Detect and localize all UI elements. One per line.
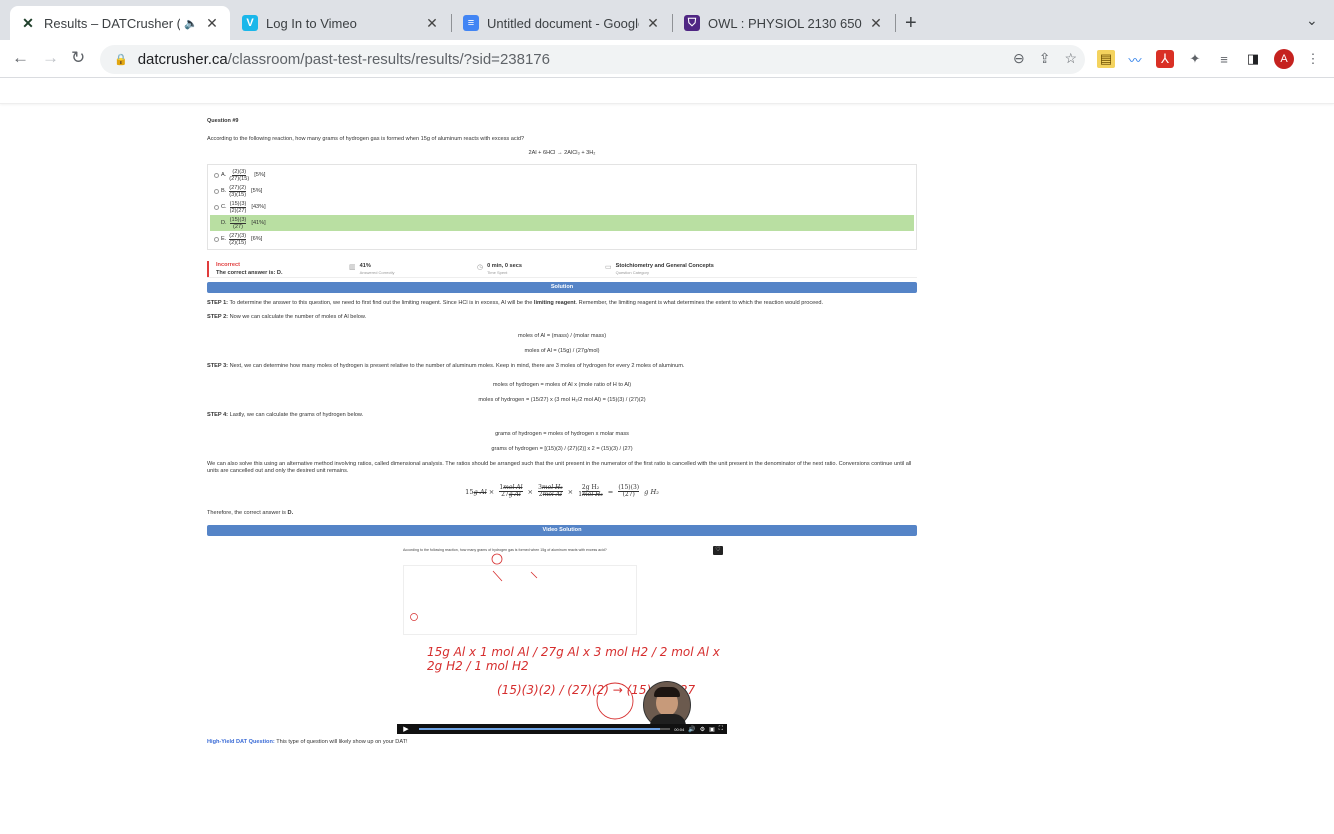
tab-vimeo[interactable]: V Log In to Vimeo ✕	[232, 6, 450, 40]
clock-icon: ◷	[477, 263, 484, 271]
pip-icon[interactable]: ▣	[709, 726, 715, 733]
answer-percent: [6%]	[251, 236, 263, 242]
answer-option-d[interactable]: D. (15)(3) (27) [41%]	[210, 215, 914, 231]
handwriting-line-1: 15g Al x 1 mol Al / 27g Al x 3 mol H2 / …	[427, 645, 720, 673]
browser-toolbar: ← → ↻ 🔒 datcrusher.ca /classroom/past-te…	[0, 40, 1334, 78]
chevron-down-icon[interactable]: ⌄	[1306, 12, 1318, 29]
video-player[interactable]: According to the following reaction, how…	[397, 543, 727, 734]
site-header	[0, 78, 1334, 104]
reaction-equation: 2Al + 6HCl → 2AlCl₃ + 3H₂	[528, 150, 596, 156]
docs-icon: ≡	[463, 15, 479, 31]
close-tab-icon[interactable]: ✕	[645, 15, 661, 32]
owl-icon: ⛉	[684, 15, 700, 31]
radio-icon[interactable]	[214, 172, 219, 178]
side-panel-icon[interactable]: ◨	[1244, 50, 1262, 68]
step-1: STEP 1: To determine the answer to this …	[207, 300, 824, 306]
radio-icon[interactable]	[214, 204, 219, 210]
answer-option-b[interactable]: B. (27)(2) (3)(15) [5%]	[210, 183, 914, 199]
result-stats: Incorrect The correct answer is: D. ▥ 41…	[207, 260, 917, 278]
close-tab-icon[interactable]: ✕	[204, 15, 220, 32]
stat-category: ▭ Stoichiometry and General Concepts Ques…	[605, 262, 714, 275]
stat-percent: ▥ 41% Answered Correctly	[349, 262, 395, 275]
address-bar[interactable]: 🔒 datcrusher.ca /classroom/past-test-res…	[100, 45, 1085, 74]
answer-percent: [5%]	[251, 188, 263, 194]
equation-line: moles of hydrogen = moles of Al x (mole …	[492, 382, 632, 388]
tab-strip: ✕ Results – DATCrusher (Can 🔈 ✕ V Log In…	[0, 0, 1334, 40]
solution-banner: Solution	[207, 282, 917, 293]
star-icon[interactable]: ☆	[1064, 50, 1077, 67]
tab-title: Log In to Vimeo	[266, 15, 357, 31]
extension-wave-icon[interactable]: 〰	[1126, 50, 1144, 68]
close-tab-icon[interactable]: ✕	[424, 15, 440, 32]
reload-icon[interactable]: ↻	[71, 48, 85, 68]
lock-icon[interactable]: 🔒	[114, 53, 128, 66]
pdf-icon[interactable]: ⅄	[1156, 50, 1174, 68]
video-solution-banner: Video Solution	[207, 525, 917, 536]
avatar[interactable]: A	[1274, 49, 1294, 69]
forward-icon[interactable]: →	[42, 48, 59, 68]
equation-line: grams of hydrogen = [(15)(3) / (27)(2)] …	[491, 446, 633, 452]
radio-icon[interactable]	[214, 236, 219, 242]
video-controls: ▶ 00:04 🔊 ⚙ ▣ ⛶	[397, 724, 727, 734]
answer-percent: [41%]	[251, 220, 266, 226]
back-icon[interactable]: ←	[12, 48, 29, 68]
footer-note: High-Yield DAT Question: This type of qu…	[207, 739, 408, 745]
fullscreen-icon[interactable]: ⛶	[719, 726, 723, 733]
equation-line: moles of Al = (15g) / (27g/mol)	[524, 348, 600, 354]
vimeo-icon: V	[242, 15, 258, 31]
play-icon[interactable]: ▶	[397, 725, 415, 733]
step-2: STEP 2: Now we can calculate the number …	[207, 314, 367, 320]
chart-icon: ▥	[349, 263, 356, 271]
video-scrubber[interactable]	[419, 728, 671, 730]
radio-icon[interactable]	[214, 188, 219, 194]
tab-title: Results – DATCrusher (Can	[44, 15, 180, 31]
close-tab-icon[interactable]: ✕	[868, 15, 884, 32]
reading-list-icon[interactable]: ≡	[1215, 50, 1233, 68]
step-3: STEP 3: Next, we can determine how many …	[207, 363, 685, 369]
tab-separator	[672, 14, 673, 32]
tab-title: OWL : PHYSIOL 2130 650 SU2	[708, 15, 862, 31]
answer-option-a[interactable]: A. (2)(3) (27)(15) [5%]	[210, 167, 914, 183]
equation-line: moles of Al = (mass) / (molar mass)	[517, 333, 607, 339]
tab-datcrusher[interactable]: ✕ Results – DATCrusher (Can 🔈 ✕	[10, 6, 230, 40]
volume-icon[interactable]: 🔊	[688, 726, 695, 733]
question-content: Question #9 According to the following r…	[207, 118, 917, 745]
dimensional-analysis: 15g Al × 1mol Al 27g Al × 3mol H₂ 2mol Al …	[465, 484, 659, 498]
tab-separator	[451, 14, 452, 32]
settings-icon[interactable]: ⚙	[700, 726, 705, 733]
calendar-icon: ▭	[605, 263, 612, 271]
url-path: /classroom/past-test-results/results/?si…	[227, 51, 550, 68]
answer-percent: [5%]	[254, 172, 266, 178]
question-number: Question #9	[207, 118, 239, 124]
stat-time: ◷ 0 min, 0 secs Time Spent	[477, 262, 522, 275]
presenter-video	[643, 681, 691, 730]
answer-list: A. (2)(3) (27)(15) [5%] B. (27)(2) (3)(15)…	[207, 164, 917, 250]
x-icon: ✕	[22, 14, 34, 31]
conclusion: Therefore, the correct answer is D.	[207, 510, 294, 516]
tab-title: Untitled document - Google Do	[487, 15, 639, 31]
result-status: Incorrect The correct answer is: D.	[207, 260, 349, 277]
video-time: 00:04	[674, 726, 685, 732]
url-host: datcrusher.ca	[137, 51, 228, 68]
answer-option-c[interactable]: C. (15)(3) (2)(27) [43%]	[210, 199, 914, 215]
answer-percent: [43%]	[251, 204, 266, 210]
kebab-menu-icon[interactable]: ⋮	[1304, 50, 1322, 68]
extension-notes-icon[interactable]: ▤	[1097, 50, 1115, 68]
puzzle-icon[interactable]: ✦	[1186, 50, 1204, 68]
tab-owl[interactable]: ⛉ OWL : PHYSIOL 2130 650 SU2 ✕	[674, 6, 894, 40]
equation-line: moles of hydrogen = (15/27) x (3 mol H₂/…	[478, 397, 646, 403]
tab-google-docs[interactable]: ≡ Untitled document - Google Do ✕	[453, 6, 671, 40]
equation-line: grams of hydrogen = moles of hydrogen x …	[495, 431, 629, 437]
tab-separator	[895, 14, 896, 32]
answer-option-e[interactable]: E. (27)(3) (2)(15) [6%]	[210, 231, 914, 247]
new-tab-icon[interactable]: +	[905, 12, 917, 35]
question-text: According to the following reaction, how…	[207, 136, 525, 142]
alternative-method: We can also solve this using an alternat…	[207, 461, 912, 474]
zoom-icon[interactable]: ⊖	[1013, 50, 1025, 67]
share-icon[interactable]: ⇪	[1039, 50, 1051, 67]
step-4: STEP 4: Lastly, we can calculate the gra…	[207, 412, 364, 418]
speaker-icon[interactable]: 🔈	[184, 17, 198, 30]
